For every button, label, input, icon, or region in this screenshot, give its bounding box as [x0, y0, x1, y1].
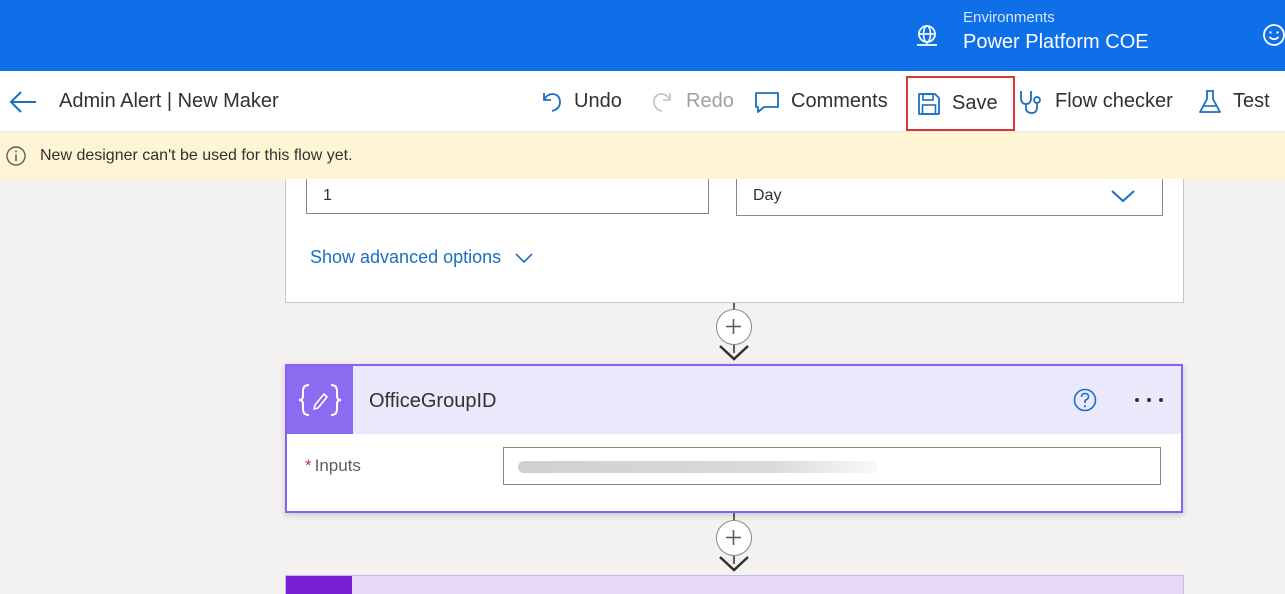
compose-card-title[interactable]: OfficeGroupID [369, 390, 496, 413]
inputs-field[interactable] [503, 447, 1161, 485]
test-button[interactable]: Test [1197, 71, 1270, 132]
comment-icon [755, 91, 779, 113]
smiley-icon[interactable] [1261, 22, 1285, 48]
command-bar: Admin Alert | New Maker Undo Redo Commen… [0, 71, 1285, 132]
plus-icon [726, 319, 741, 334]
test-label: Test [1233, 90, 1270, 112]
ellipsis-icon[interactable] [1129, 387, 1169, 413]
compose-card-header[interactable]: OfficeGroupID [287, 366, 1181, 434]
undo-label: Undo [574, 90, 622, 112]
chevron-down-icon [1111, 190, 1135, 203]
next-action-card[interactable] [285, 575, 1184, 594]
environment-name[interactable]: Power Platform COE [963, 31, 1149, 54]
plus-icon [726, 530, 741, 545]
save-label: Save [952, 92, 998, 114]
frequency-value: Day [753, 187, 782, 204]
redo-label: Redo [686, 90, 734, 112]
show-advanced-options-link[interactable]: Show advanced options [310, 247, 533, 268]
flow-title: Admin Alert | New Maker [59, 90, 279, 112]
comments-button[interactable]: Comments [753, 71, 888, 132]
recurrence-card: 1 Day Show advanced options [285, 179, 1184, 303]
stethoscope-icon [1020, 90, 1041, 114]
flask-icon [1199, 89, 1221, 113]
advanced-options-label: Show advanced options [310, 247, 502, 267]
redo-button[interactable]: Redo [650, 71, 734, 132]
insert-step-button[interactable] [716, 309, 752, 345]
inputs-label-text: Inputs [314, 456, 361, 475]
globe-icon[interactable] [913, 22, 941, 50]
flow-checker-label: Flow checker [1055, 90, 1173, 112]
arrow-down-icon [719, 556, 749, 572]
question-icon[interactable] [1072, 387, 1098, 413]
info-icon [6, 146, 26, 166]
arrow-down-icon [719, 345, 749, 361]
redo-icon [653, 92, 671, 112]
inputs-label: * Inputs [305, 456, 361, 476]
undo-button[interactable]: Undo [538, 71, 622, 132]
environments-label[interactable]: Environments [963, 9, 1055, 26]
action-icon [286, 576, 352, 594]
info-message: New designer can't be used for this flow… [40, 147, 353, 164]
floppy-disk-icon [918, 92, 940, 115]
save-button[interactable]: Save [906, 76, 1015, 131]
undo-icon [543, 92, 561, 112]
flow-checker-button[interactable]: Flow checker [1017, 71, 1173, 132]
interval-input[interactable]: 1 [306, 179, 709, 214]
top-header: Environments Power Platform COE [0, 0, 1285, 71]
info-banner: New designer can't be used for this flow… [0, 132, 1285, 179]
chevron-down-icon [515, 252, 533, 263]
redacted-value [518, 461, 878, 473]
frequency-dropdown[interactable]: Day [736, 179, 1163, 216]
compose-action-card[interactable]: OfficeGroupID * Inputs [285, 364, 1183, 513]
curly-braces-icon [287, 366, 353, 434]
comments-label: Comments [791, 90, 888, 112]
insert-step-button[interactable] [716, 520, 752, 556]
required-marker: * [305, 456, 312, 475]
back-arrow-icon[interactable] [6, 87, 40, 117]
